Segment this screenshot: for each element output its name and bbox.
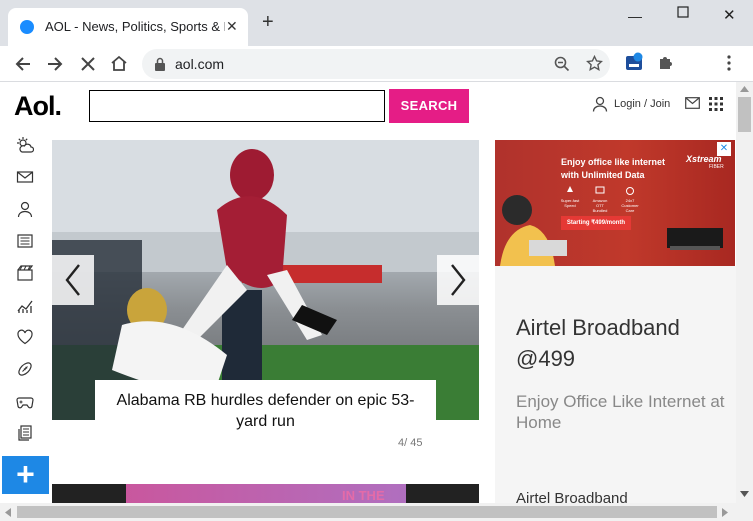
search-input[interactable] — [89, 90, 385, 122]
browser-menu-icon[interactable] — [726, 54, 732, 72]
aol-page: Aol. SEARCH Login / Join + Alabama RB hu… — [0, 82, 736, 503]
address-bar[interactable]: aol.com — [142, 49, 610, 79]
tab-title: AOL - News, Politics, Sports & La — [45, 19, 225, 34]
back-icon[interactable] — [13, 54, 33, 74]
aol-logo[interactable]: Aol. — [14, 91, 62, 122]
ad-choices-icon[interactable]: ✕ — [717, 142, 731, 156]
carousel-next-button[interactable] — [437, 255, 479, 305]
mail-nav-icon[interactable] — [16, 168, 34, 186]
headset-icon — [626, 187, 634, 195]
rocket-icon — [567, 186, 573, 192]
ad-subtitle: Enjoy Office Like Internet at Home — [516, 392, 725, 432]
ad-feature-ott: Amazon OTT Bundled — [589, 186, 611, 213]
browser-titlebar: AOL - News, Politics, Sports & La ✕ + — … — [0, 0, 753, 46]
stop-loading-icon[interactable] — [78, 54, 98, 74]
games-icon[interactable] — [16, 392, 34, 410]
ad-banner[interactable]: Enjoy office like internet with Unlimite… — [495, 140, 735, 266]
extensions-puzzle-icon[interactable] — [657, 54, 675, 72]
bookmark-star-icon[interactable] — [586, 55, 603, 72]
next-article-preview[interactable]: IN THE — [52, 484, 479, 503]
ad-offer-button[interactable]: Starting ₹499/month — [561, 216, 631, 230]
pages-icon[interactable] — [16, 424, 34, 442]
ad-feature-care: 24x7 Customer Care — [619, 186, 641, 213]
scroll-right-icon[interactable] — [722, 508, 728, 517]
mail-icon[interactable] — [685, 97, 700, 109]
browser-toolbar: aol.com — [0, 46, 753, 82]
lock-icon[interactable] — [154, 57, 166, 71]
forward-icon[interactable] — [45, 54, 65, 74]
carousel-counter: 4/ 45 — [398, 437, 423, 449]
heart-icon[interactable] — [16, 328, 34, 346]
login-label: Login / Join — [614, 98, 671, 110]
profile-nav-icon[interactable] — [16, 200, 34, 218]
weather-icon[interactable] — [16, 136, 34, 154]
apps-grid-icon[interactable] — [709, 97, 723, 111]
ad-title[interactable]: Airtel Broadband @499 — [516, 312, 726, 374]
minimize-icon[interactable]: — — [628, 8, 642, 24]
extension-badge-icon[interactable] — [625, 52, 643, 74]
news-icon[interactable] — [16, 232, 34, 250]
scroll-left-icon[interactable] — [5, 508, 11, 517]
ad-feature-speed: Super-fast Speed — [559, 186, 581, 208]
zoom-icon[interactable] — [554, 56, 570, 72]
tab-close-icon[interactable]: ✕ — [226, 18, 238, 35]
home-icon[interactable] — [109, 53, 129, 73]
scroll-down-icon[interactable] — [740, 491, 749, 497]
football-photo — [52, 140, 479, 420]
carousel-prev-button[interactable] — [52, 255, 94, 305]
user-icon — [592, 96, 608, 112]
browser-tab[interactable]: AOL - News, Politics, Sports & La ✕ — [8, 8, 248, 46]
ad-footer-label: Airtel Broadband — [516, 490, 628, 503]
search-button[interactable]: SEARCH — [389, 89, 469, 123]
url-text[interactable]: aol.com — [175, 56, 224, 72]
carousel-caption[interactable]: Alabama RB hurdles defender on epic 53-y… — [95, 380, 436, 458]
sports-icon[interactable] — [16, 360, 34, 378]
ad-brand-sub: FIBER — [709, 164, 724, 170]
new-tab-button[interactable]: + — [262, 12, 274, 32]
scroll-up-icon[interactable] — [740, 86, 749, 92]
aol-favicon — [20, 20, 34, 34]
login-join-link[interactable]: Login / Join — [592, 96, 670, 112]
finance-icon[interactable] — [16, 296, 34, 314]
horizontal-scroll-thumb[interactable] — [17, 506, 717, 518]
window-close-icon[interactable]: ✕ — [723, 6, 736, 24]
ad-text-panel[interactable]: Airtel Broadband @499 Enjoy Office Like … — [495, 266, 736, 503]
news-carousel-image[interactable] — [52, 140, 479, 420]
ad-banner-headline: Enjoy office like internet with Unlimite… — [561, 157, 666, 180]
vertical-scroll-thumb[interactable] — [738, 97, 751, 132]
vertical-scrollbar[interactable] — [736, 82, 753, 503]
tv-icon — [595, 186, 605, 194]
maximize-icon[interactable] — [677, 6, 689, 18]
video-icon[interactable] — [16, 264, 34, 282]
add-fab-button[interactable]: + — [2, 456, 49, 494]
horizontal-scrollbar[interactable] — [0, 503, 753, 521]
